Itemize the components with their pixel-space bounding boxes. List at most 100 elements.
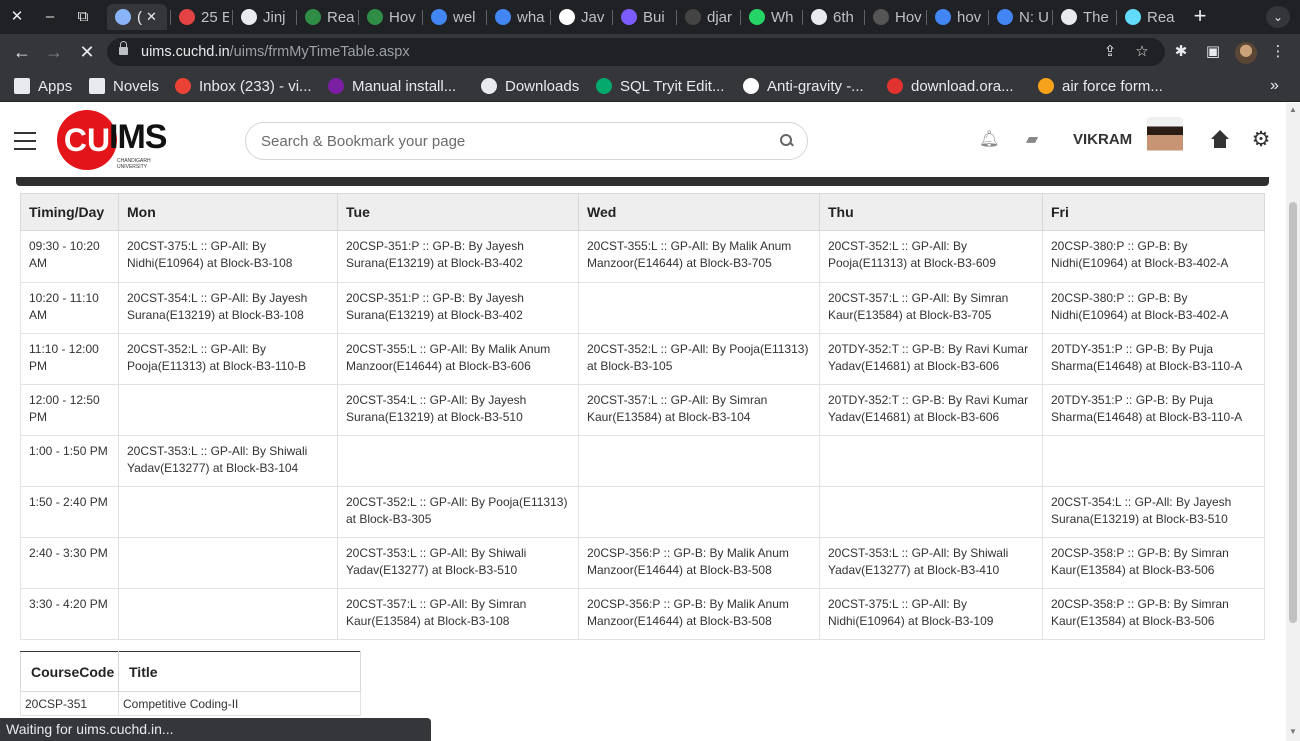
tab-separator xyxy=(988,10,989,25)
browser-tab[interactable]: Wh xyxy=(741,4,799,30)
tab-separator xyxy=(802,10,803,25)
hamburger-menu-icon[interactable] xyxy=(14,132,36,150)
class-slot-cell: 20CST-354:L :: GP-All: By Jayesh Surana(… xyxy=(118,282,338,334)
back-button[interactable]: ← xyxy=(11,41,33,63)
forward-button[interactable]: → xyxy=(43,41,65,63)
tab-search-button[interactable]: ⌄ xyxy=(1266,6,1290,28)
close-tab-icon[interactable]: ✕ xyxy=(146,9,157,25)
tab-separator xyxy=(1052,10,1053,25)
username[interactable]: VIKRAM xyxy=(1073,131,1132,148)
class-slot-cell: 20CST-352:L :: GP-All: By Pooja(E11313) … xyxy=(337,486,579,538)
browser-tab[interactable]: Hov xyxy=(359,4,419,30)
url-path: /uims/frmMyTimeTable.aspx xyxy=(229,44,410,60)
tab-separator xyxy=(612,10,613,25)
github-icon xyxy=(685,9,701,25)
browser-tab[interactable]: wha xyxy=(487,4,547,30)
tab-title: ( xyxy=(137,8,142,26)
browser-tab[interactable]: 6th xyxy=(803,4,861,30)
search-input[interactable] xyxy=(261,131,761,151)
timetable-column-header: Tue xyxy=(337,193,579,231)
bookmarks-bar: Apps Novels Inbox (233) - vi... Manual inst… xyxy=(0,70,1300,102)
book-icon[interactable]: ▰ xyxy=(1022,130,1042,150)
geeksforgeeks-icon xyxy=(367,9,383,25)
class-slot-cell xyxy=(1042,435,1265,487)
tab-separator xyxy=(864,10,865,25)
browser-tab[interactable]: djar xyxy=(677,4,737,30)
extensions-icon[interactable]: ✱ xyxy=(1170,41,1192,63)
home-icon[interactable] xyxy=(1210,130,1230,150)
settings-gear-icon[interactable]: ⚙ xyxy=(1251,129,1271,150)
class-slot-cell xyxy=(337,435,579,487)
bookmark-item[interactable]: Anti-gravity -... xyxy=(743,77,864,95)
browser-tab[interactable]: Jinj xyxy=(233,4,293,30)
tab-separator xyxy=(486,10,487,25)
cuims-logo[interactable]: CU IMS CHANDIGARH UNIVERSITY xyxy=(57,110,175,172)
web-icon xyxy=(811,9,827,25)
course-column-header: CourseCode xyxy=(20,651,119,692)
time-slot-cell: 1:50 - 2:40 PM xyxy=(20,486,119,538)
tab-separator xyxy=(422,10,423,25)
bookmark-item[interactable]: Downloads xyxy=(481,77,579,95)
uims-header: CU IMS CHANDIGARH UNIVERSITY 🔔︎ ▰ VIKRAM… xyxy=(0,103,1286,177)
url-text[interactable]: uims.cuchd.in/uims/frmMyTimeTable.aspx xyxy=(141,44,410,60)
browser-tab[interactable]: Hov xyxy=(865,4,923,30)
bookmark-item[interactable]: SQL Tryit Edit... xyxy=(596,77,724,95)
restore-window-icon[interactable]: ⧉ xyxy=(72,7,94,27)
browser-menu-icon[interactable]: ⋮ xyxy=(1267,41,1289,63)
browser-tab[interactable]: The xyxy=(1053,4,1113,30)
lock-icon[interactable] xyxy=(119,41,128,57)
class-slot-cell: 20CSP-356:P :: GP-B: By Malik Anum Manzo… xyxy=(578,537,820,589)
browser-tab[interactable]: hov xyxy=(927,4,985,30)
address-bar[interactable]: uims.cuchd.in/uims/frmMyTimeTable.aspx ⇪… xyxy=(107,38,1165,66)
class-slot-cell: 20CSP-380:P :: GP-B: By Nidhi(E10964) at… xyxy=(1042,282,1265,334)
share-icon[interactable]: ⇪ xyxy=(1100,42,1120,62)
browser-tab[interactable]: Bui xyxy=(613,4,673,30)
side-panel-icon[interactable]: ▣ xyxy=(1202,41,1224,63)
page-scrollbar[interactable]: ▲ ▼ xyxy=(1286,103,1300,741)
bookmarks-overflow-icon[interactable]: » xyxy=(1270,77,1279,95)
tab-title: Wh xyxy=(771,8,794,26)
bookmark-item[interactable]: air force form... xyxy=(1038,77,1163,95)
browser-tab[interactable]: N: U xyxy=(989,4,1049,30)
browser-tab[interactable]: Rea xyxy=(1117,4,1177,30)
bookmark-star-icon[interactable]: ☆ xyxy=(1132,42,1152,62)
class-slot-cell: 20CST-352:L :: GP-All: By Pooja(E11313) … xyxy=(118,333,338,385)
notification-bell-icon[interactable]: 🔔︎ xyxy=(979,130,999,150)
browser-tab[interactable]: Jav xyxy=(551,4,609,30)
browser-tab[interactable]: (✕ xyxy=(107,4,167,30)
bookmark-item[interactable]: Inbox (233) - vi... xyxy=(175,77,312,95)
timetable-column-header: Fri xyxy=(1042,193,1265,231)
search-icon[interactable] xyxy=(779,133,795,149)
browser-tab[interactable]: wel xyxy=(423,4,483,30)
bookmark-label: Novels xyxy=(113,77,159,95)
bookmark-label: Apps xyxy=(38,77,73,95)
scroll-down-arrow-icon[interactable]: ▼ xyxy=(1289,727,1297,736)
bookmark-item[interactable]: Novels xyxy=(89,77,159,95)
google-icon xyxy=(935,9,951,25)
scroll-thumb[interactable] xyxy=(1289,202,1297,623)
browser-tab[interactable]: 25 E xyxy=(171,4,229,30)
profile-avatar[interactable] xyxy=(1235,42,1257,64)
bookmark-label: download.ora... xyxy=(911,77,1014,95)
user-avatar[interactable] xyxy=(1147,117,1183,165)
tab-title: Jav xyxy=(581,8,605,26)
new-tab-button[interactable]: + xyxy=(1187,5,1213,29)
bookmark-item[interactable]: download.ora... xyxy=(887,77,1014,95)
timetable-row: 1:00 - 1:50 PM 20CST-353:L :: GP-All: By … xyxy=(20,435,1265,487)
class-slot-cell xyxy=(819,435,1043,487)
browser-toolbar: ← → ✕ uims.cuchd.in/uims/frmMyTimeTable.… xyxy=(0,34,1300,70)
bookmark-label: SQL Tryit Edit... xyxy=(620,77,725,95)
react-icon xyxy=(1125,9,1141,25)
browser-tab[interactable]: Rea xyxy=(297,4,355,30)
stop-loading-button[interactable]: ✕ xyxy=(76,41,98,63)
tab-title: Bui xyxy=(643,8,665,26)
scroll-up-arrow-icon[interactable]: ▲ xyxy=(1289,105,1297,114)
app-icon xyxy=(621,9,637,25)
bookmark-item[interactable]: Manual install... xyxy=(328,77,456,95)
tab-title: N: U xyxy=(1019,8,1049,26)
timetable-row: 10:20 - 11:10 AM 20CST-354:L :: GP-All: B… xyxy=(20,282,1265,334)
close-window-icon[interactable]: ✕ xyxy=(6,7,28,27)
minimize-window-icon[interactable]: – xyxy=(39,7,61,27)
bookmark-item[interactable]: Apps xyxy=(14,77,72,95)
tab-separator xyxy=(232,10,233,25)
